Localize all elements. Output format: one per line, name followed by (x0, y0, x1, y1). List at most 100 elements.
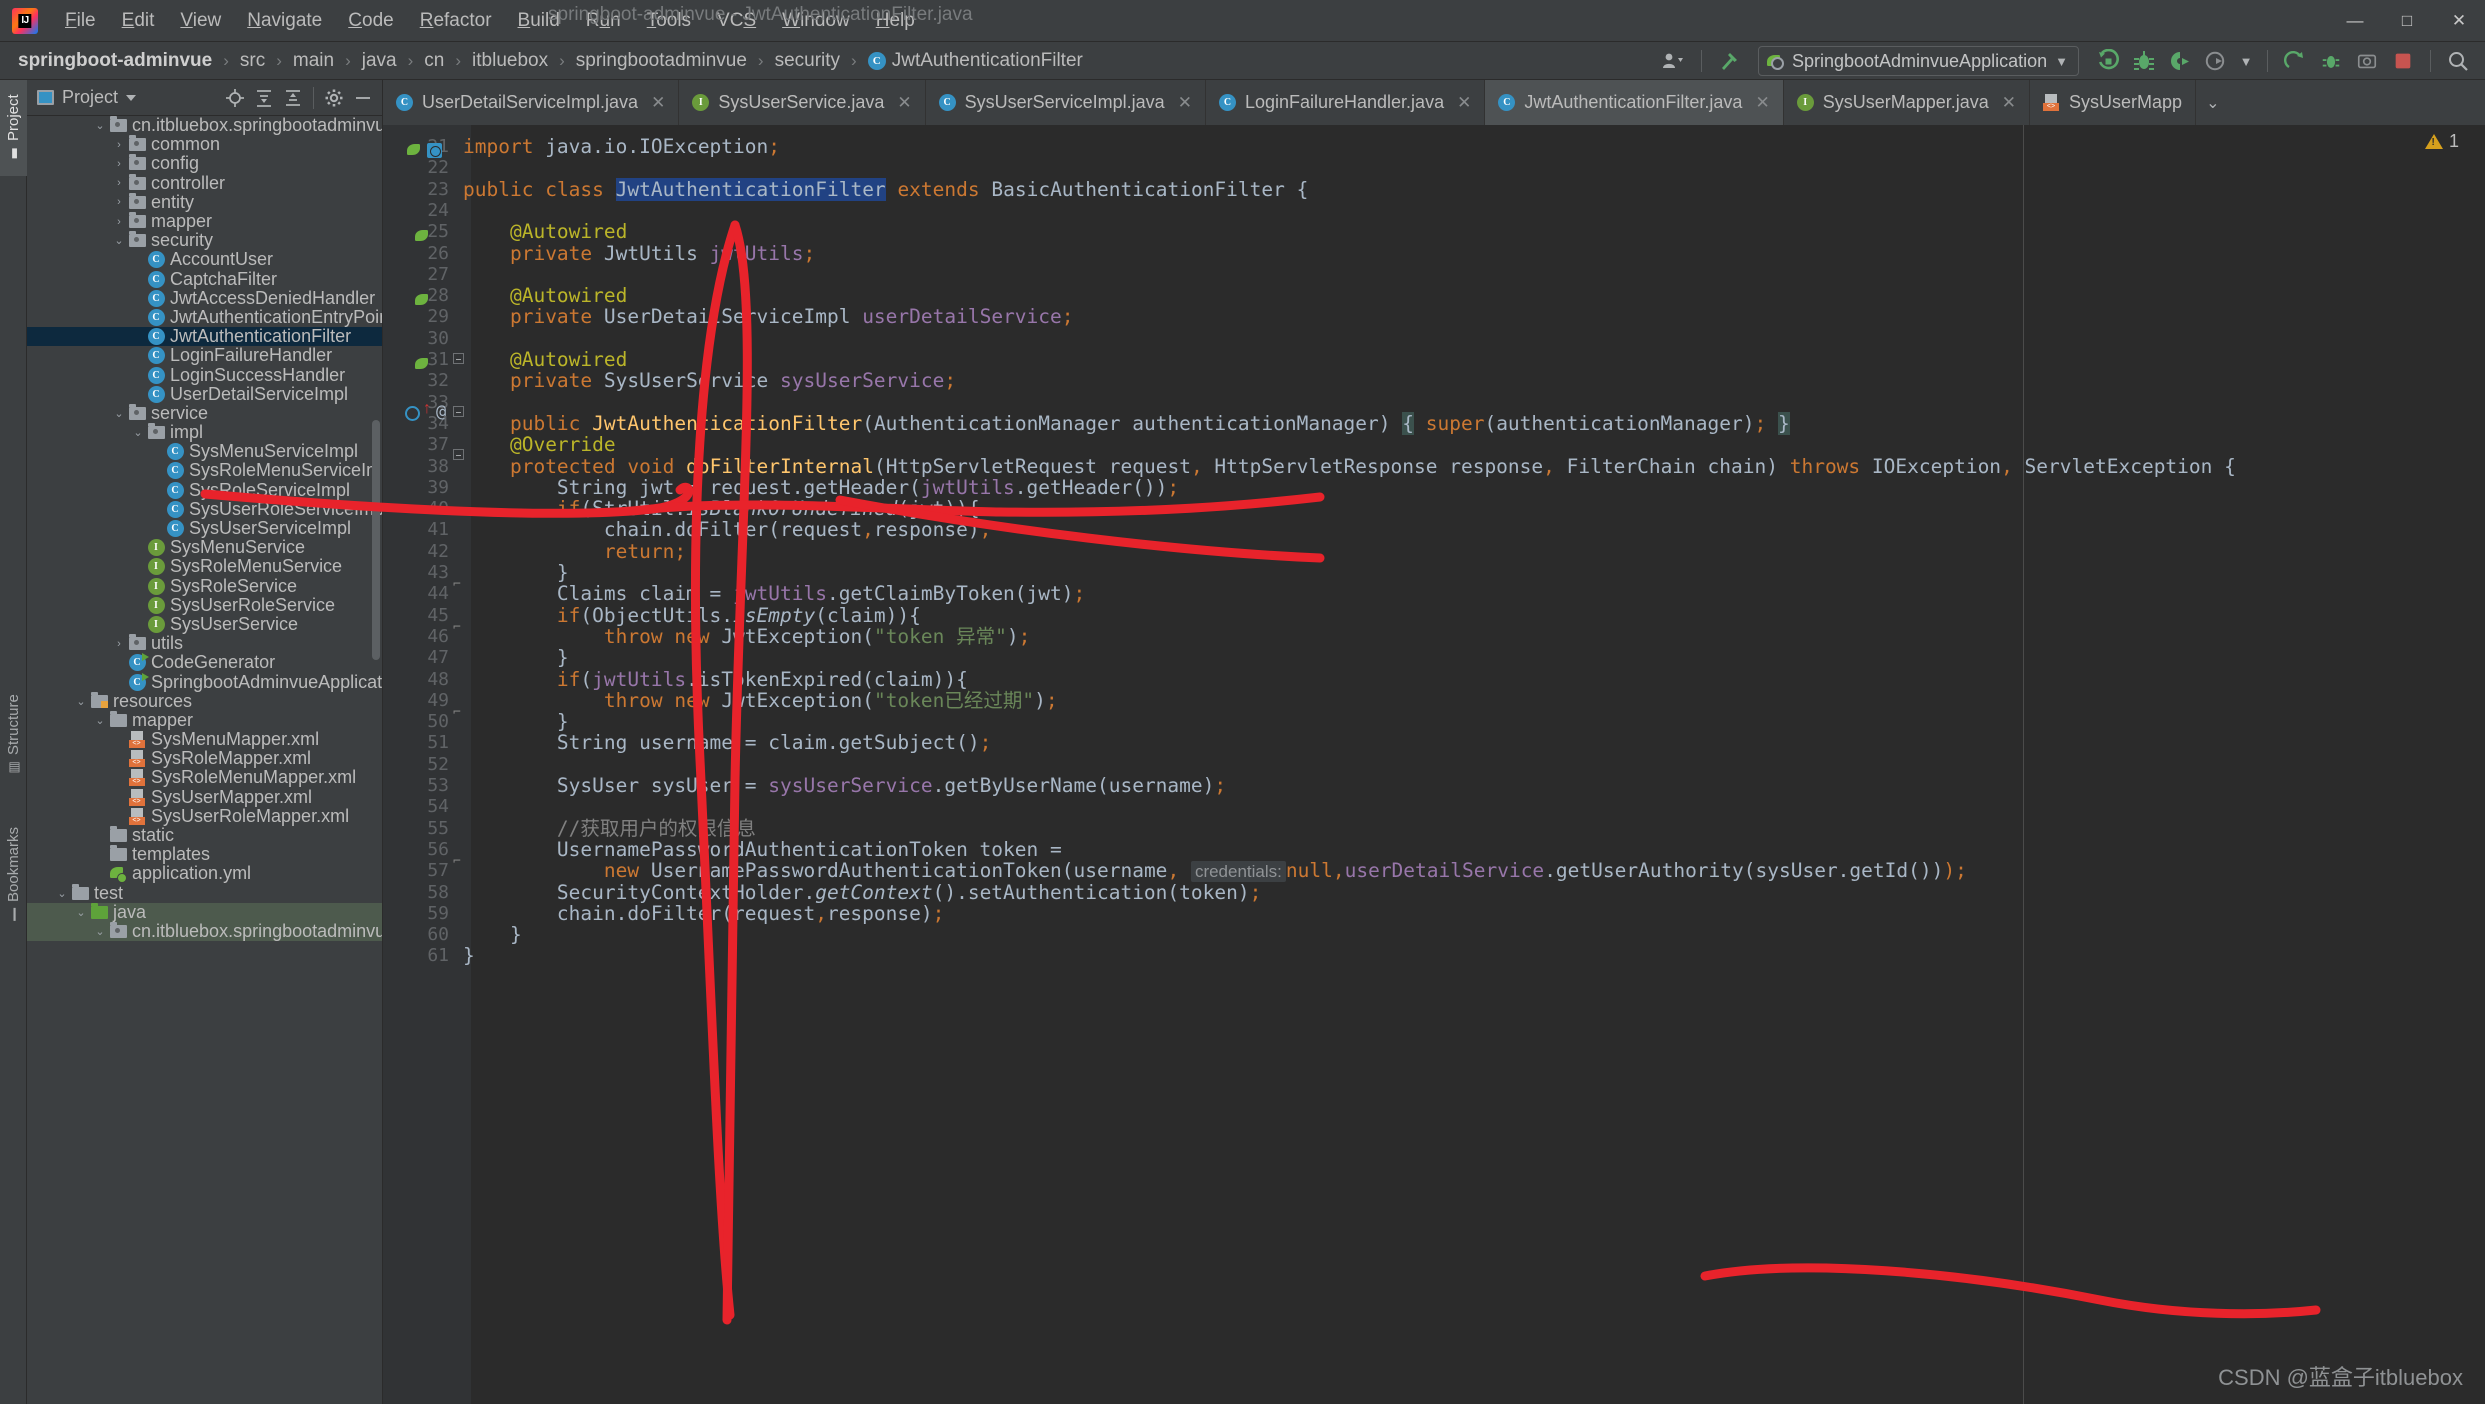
close-tab-icon[interactable]: ✕ (897, 93, 911, 113)
chevron-down-icon[interactable]: ⌄ (111, 234, 127, 247)
breadcrumb-item-springbootadminvue[interactable]: springbootadminvue (572, 48, 751, 74)
tree-node-cn-itbluebox-springbootadminvue[interactable]: ⌄cn.itbluebox.springbootadminvue (27, 116, 382, 135)
hide-minimize-icon[interactable] (350, 85, 376, 111)
tool-window-tab-project[interactable]: ▮ Project (0, 80, 27, 176)
debug-bug-icon[interactable] (2127, 45, 2161, 77)
code-line-21[interactable]: import java.io.IOException; (463, 136, 780, 157)
menu-edit[interactable]: Edit (109, 6, 168, 36)
code-line-60[interactable]: } (463, 924, 522, 945)
code-line-42[interactable]: return; (463, 541, 686, 562)
tree-node-mapper[interactable]: ⌄mapper (27, 711, 382, 730)
code-line-59[interactable]: chain.doFilter(request,response); (463, 903, 944, 924)
code-line-26[interactable]: private JwtUtils jwtUtils; (463, 243, 815, 264)
code-line-28[interactable]: @Autowired (463, 285, 627, 306)
code-line-23[interactable]: public class JwtAuthenticationFilter ext… (463, 179, 1308, 200)
tree-node-utils[interactable]: ›utils (27, 634, 382, 653)
tree-node-common[interactable]: ›common (27, 135, 382, 154)
settings-gear-icon[interactable] (321, 85, 347, 111)
tool-window-tab-bookmarks[interactable]: ❙ Bookmarks (0, 810, 27, 938)
camera-icon[interactable] (2350, 45, 2384, 77)
editor-tabs-overflow-icon[interactable]: ⌄ (2196, 80, 2229, 125)
code-line-61[interactable]: } (463, 945, 475, 966)
code-line-49[interactable]: throw new JwtException("token已经过期"); (463, 690, 1058, 711)
menu-view[interactable]: View (167, 6, 234, 36)
autowired-gutter-icon[interactable] (415, 228, 432, 245)
editor-tab-sysuserservice-java[interactable]: ISysUserService.java✕ (679, 80, 925, 125)
tree-node-security[interactable]: ⌄security (27, 231, 382, 250)
tree-node-sysrolemenuservice[interactable]: ISysRoleMenuService (27, 557, 382, 576)
close-button[interactable]: ✕ (2433, 0, 2485, 42)
tool-window-tab-structure[interactable]: ▤ Structure (0, 680, 27, 790)
locate-icon[interactable] (222, 85, 248, 111)
tree-node-jwtauthenticationentrypoint[interactable]: CJwtAuthenticationEntryPoint (27, 308, 382, 327)
chevron-right-icon[interactable]: › (111, 139, 127, 151)
editor-tab-sysusermapper-java[interactable]: ISysUserMapper.java✕ (1784, 80, 2030, 125)
spring-bean-gutter-icon[interactable] (407, 142, 424, 159)
code-editor[interactable]: 21import java.io.IOException;2223public … (383, 125, 2485, 1404)
editor-tab-loginfailurehandler-java[interactable]: CLoginFailureHandler.java✕ (1206, 80, 1485, 125)
chevron-right-icon[interactable]: › (111, 638, 127, 650)
override-arrow-icon[interactable]: ↑ (423, 400, 431, 418)
close-tab-icon[interactable]: ✕ (1178, 93, 1192, 113)
tree-node-service[interactable]: ⌄service (27, 404, 382, 423)
breadcrumb-item-cn[interactable]: cn (420, 48, 448, 74)
expand-all-icon[interactable] (251, 85, 277, 111)
chevron-down-icon[interactable]: ⌄ (130, 426, 146, 439)
stop-icon[interactable] (2386, 45, 2420, 77)
annotation-gutter-icon[interactable]: @ (436, 402, 446, 422)
collapse-all-icon[interactable] (280, 85, 306, 111)
tree-node-mapper[interactable]: ›mapper (27, 212, 382, 231)
code-line-58[interactable]: SecurityContextHolder.getContext().setAu… (463, 882, 1261, 903)
build-hammer-icon[interactable] (1712, 45, 1746, 77)
tree-node-sysrolemenuserviceimpl[interactable]: CSysRoleMenuServiceImpl (27, 461, 382, 480)
autowired-gutter-icon[interactable] (415, 356, 432, 373)
chevron-down-icon[interactable]: ⌄ (73, 695, 89, 708)
tree-node-sysmenumapper-xml[interactable]: SysMenuMapper.xml (27, 730, 382, 749)
code-line-56[interactable]: UsernamePasswordAuthenticationToken toke… (463, 839, 1062, 860)
breadcrumb-item-main[interactable]: main (289, 48, 338, 74)
tree-node-accountuser[interactable]: CAccountUser (27, 250, 382, 269)
code-line-37[interactable]: @Override (463, 434, 616, 455)
run-coverage-icon[interactable] (2163, 45, 2197, 77)
tree-node-sysusermapper-xml[interactable]: SysUserMapper.xml (27, 788, 382, 807)
code-fold-icon[interactable]: ⌐ (453, 854, 461, 869)
code-line-32[interactable]: private SysUserService sysUserService; (463, 370, 956, 391)
tree-node-static[interactable]: static (27, 826, 382, 845)
tree-node-application-yml[interactable]: application.yml (27, 864, 382, 883)
menu-refactor[interactable]: Refactor (407, 6, 505, 36)
tree-node-config[interactable]: ›config (27, 154, 382, 173)
code-line-53[interactable]: SysUser sysUser = sysUserService.getByUs… (463, 775, 1226, 796)
code-fold-icon[interactable] (453, 406, 464, 417)
chevron-right-icon[interactable]: › (111, 177, 127, 189)
code-line-46[interactable]: throw new JwtException("token 异常"); (463, 626, 1030, 647)
code-line-25[interactable]: @Autowired (463, 221, 627, 242)
user-dropdown-icon[interactable] (1657, 45, 1691, 77)
code-line-55[interactable]: //获取用户的权限信息 (463, 818, 756, 839)
tree-node-springbootadminvueapplication[interactable]: CSpringbootAdminvueApplication (27, 672, 382, 691)
tree-node-sysuserroleserviceimpl[interactable]: CSysUserRoleServiceImpl (27, 500, 382, 519)
menu-code[interactable]: Code (335, 6, 406, 36)
code-line-57[interactable]: new UsernamePasswordAuthenticationToken(… (463, 860, 1967, 882)
code-fold-icon[interactable]: ⌐ (453, 577, 461, 592)
tree-node-templates[interactable]: templates (27, 845, 382, 864)
code-line-48[interactable]: if(jwtUtils.isTokenExpired(claim)){ (463, 669, 968, 690)
code-line-43[interactable]: } (463, 562, 569, 583)
project-panel-title-group[interactable]: Project (37, 87, 136, 108)
editor-tab-jwtauthenticationfilter-java[interactable]: CJwtAuthenticationFilter.java✕ (1485, 80, 1783, 125)
close-tab-icon[interactable]: ✕ (2002, 93, 2016, 113)
tree-node-controller[interactable]: ›controller (27, 174, 382, 193)
code-line-47[interactable]: } (463, 647, 569, 668)
chevron-right-icon[interactable]: › (111, 196, 127, 208)
tree-node-captchafilter[interactable]: CCaptchaFilter (27, 270, 382, 289)
code-fold-icon[interactable]: ⌐ (453, 705, 461, 720)
code-line-38[interactable]: protected void doFilterInternal(HttpServ… (463, 456, 2236, 477)
code-line-31[interactable]: @Autowired (463, 349, 627, 370)
code-line-44[interactable]: Claims claim = jwtUtils.getClaimByToken(… (463, 583, 1085, 604)
tree-node-sysrolemapper-xml[interactable]: SysRoleMapper.xml (27, 749, 382, 768)
menu-file[interactable]: File (52, 6, 109, 36)
project-tree[interactable]: ⌄cn.itbluebox.springbootadminvue›common›… (27, 116, 382, 1404)
tree-node-impl[interactable]: ⌄impl (27, 423, 382, 442)
code-line-45[interactable]: if(ObjectUtils.isEmpty(claim)){ (463, 605, 921, 626)
code-line-29[interactable]: private UserDetailServiceImpl userDetail… (463, 306, 1074, 327)
tree-node-loginsuccesshandler[interactable]: CLoginSuccessHandler (27, 365, 382, 384)
